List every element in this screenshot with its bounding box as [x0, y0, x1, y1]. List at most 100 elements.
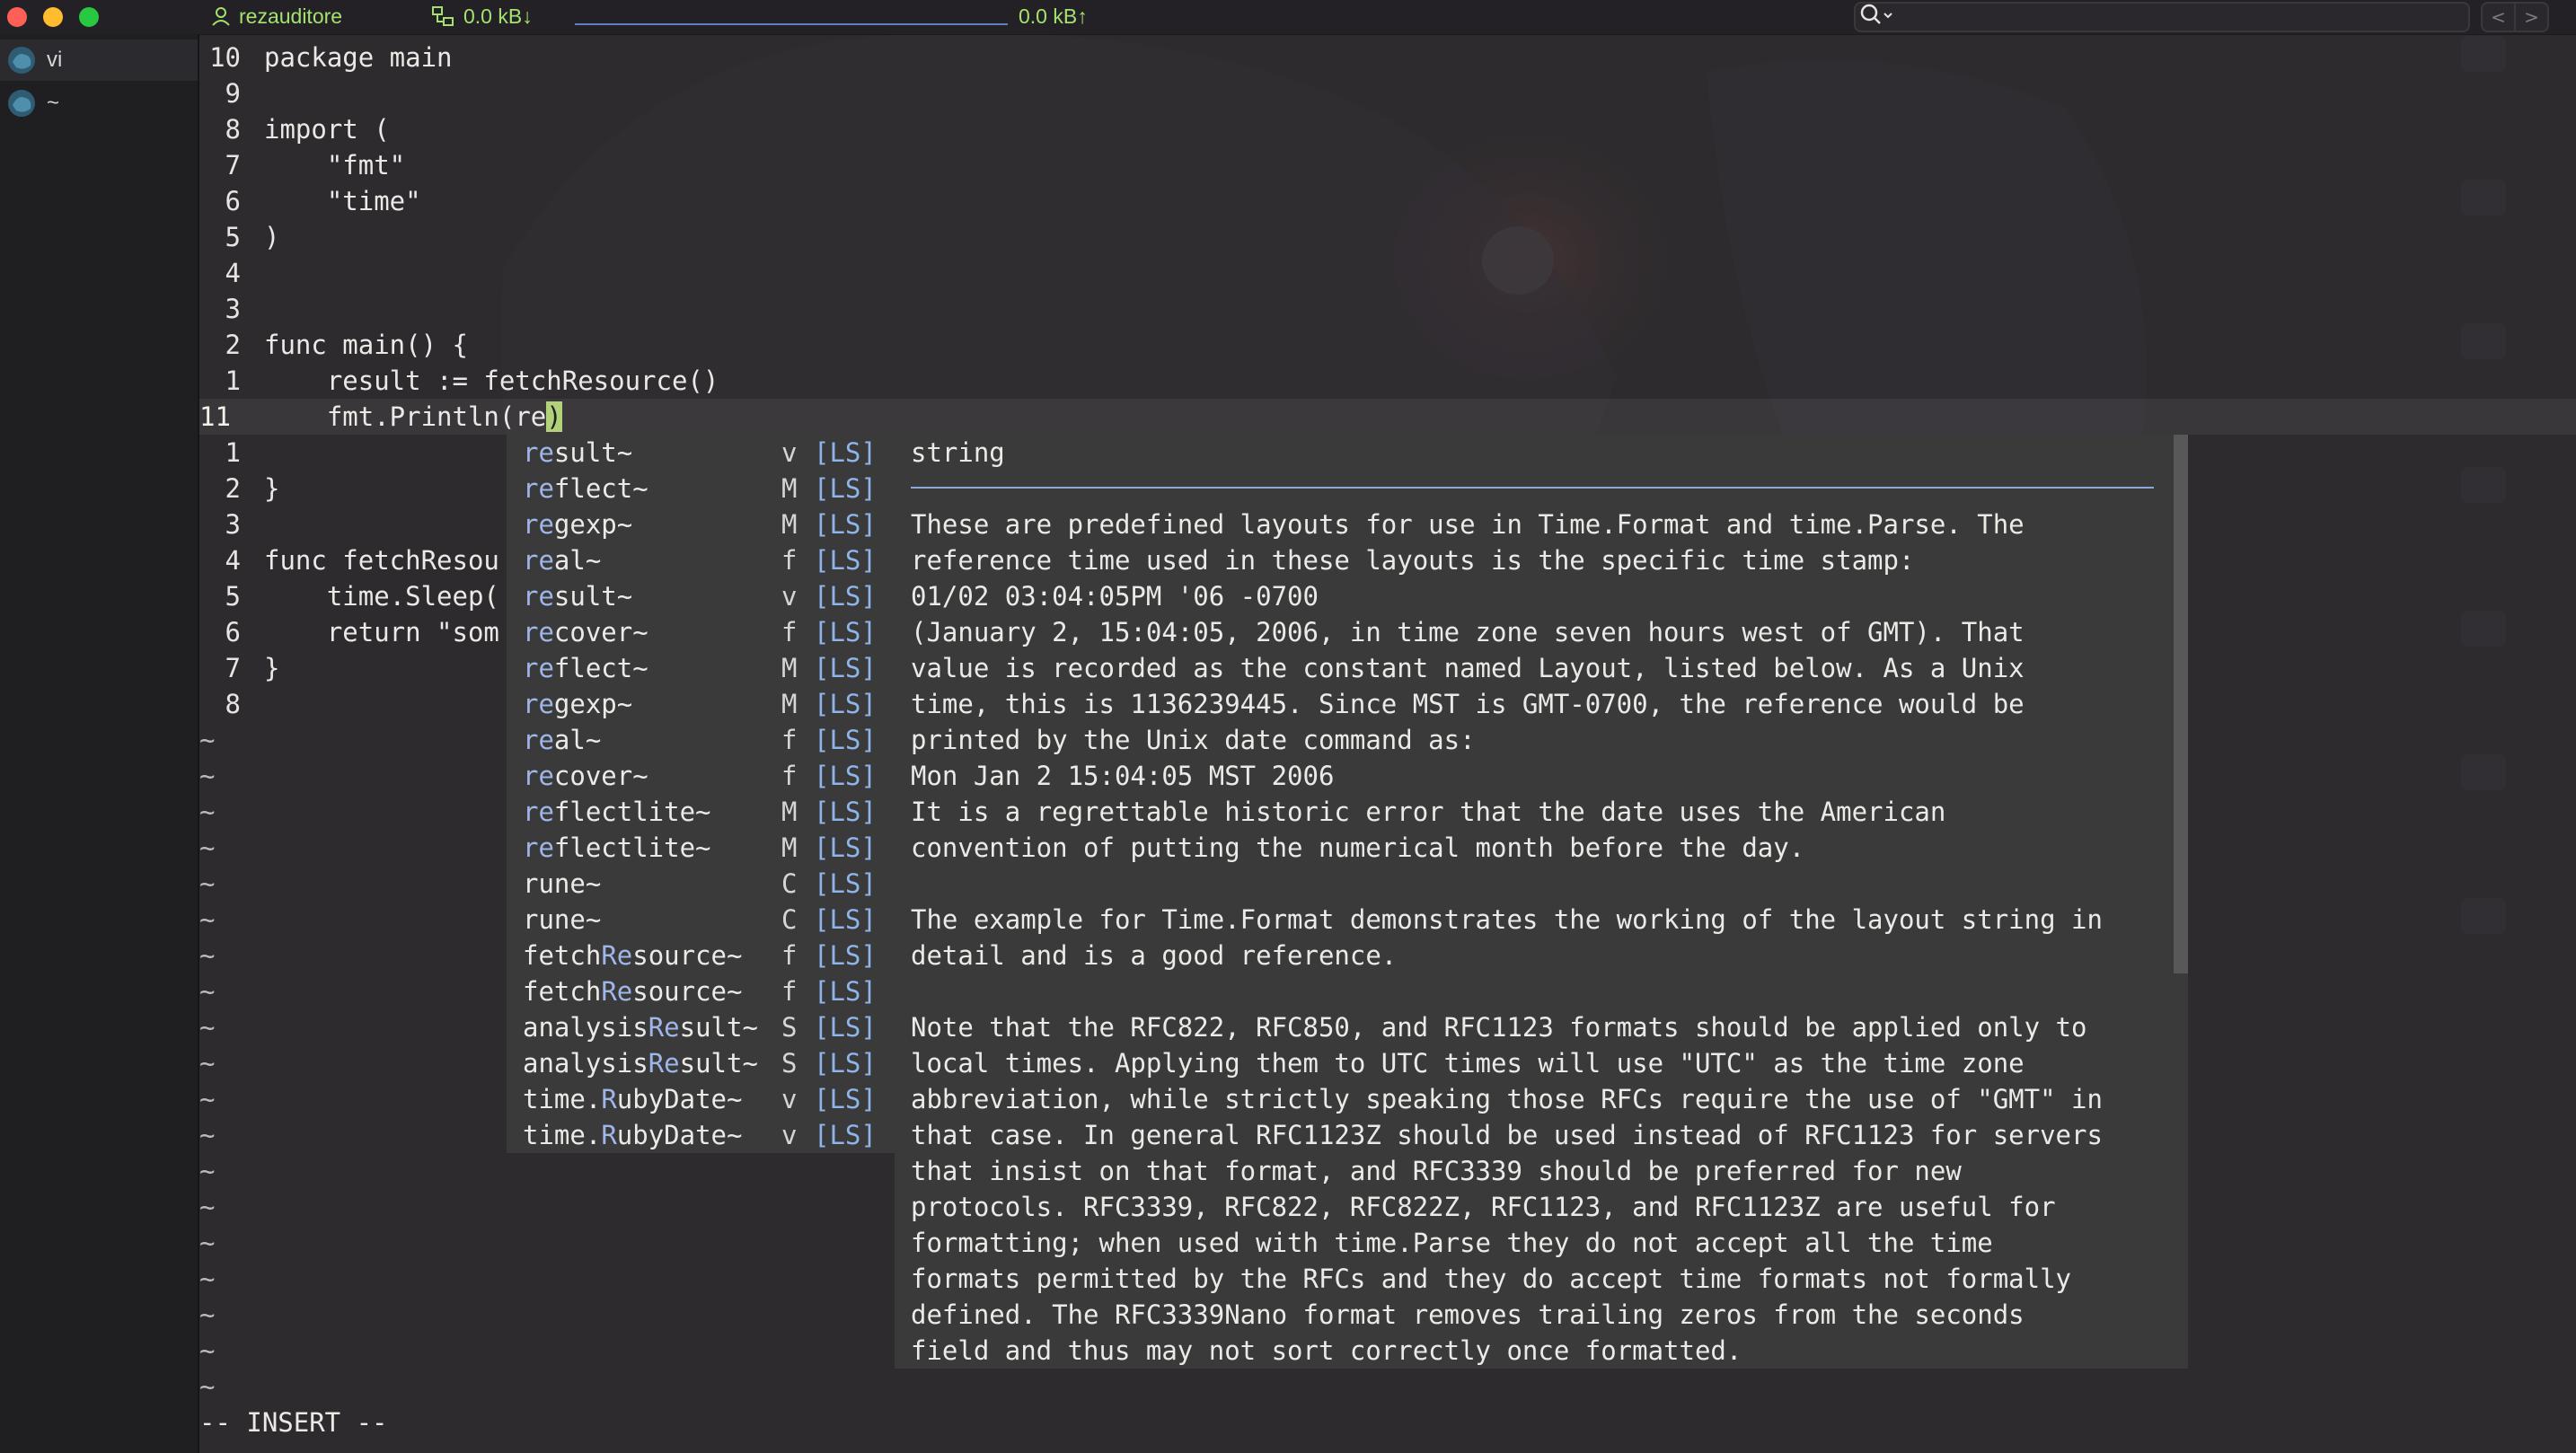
completion-text: analysis [523, 1012, 648, 1043]
search-previous-button[interactable]: < [2483, 4, 2514, 31]
completion-source: [LS] [814, 797, 877, 827]
completion-text: ru [523, 868, 554, 899]
tilde-marker: ~ [199, 1264, 216, 1294]
sidebar-item-home[interactable]: ~ [0, 83, 198, 124]
completion-text: al~ [553, 725, 602, 755]
completion-item[interactable]: reflectlite~ M [LS] [507, 794, 895, 830]
completion-kind: M [781, 797, 798, 827]
completion-item[interactable]: reflectlite~ M [LS] [507, 830, 895, 866]
doc-line: reference time used in these layouts is … [911, 545, 1915, 576]
tilde-marker: ~ [199, 904, 216, 935]
completion-item[interactable]: reflect~ M [LS] [507, 471, 895, 506]
completion-word: time.RubyDate~ [523, 1117, 742, 1153]
completion-item[interactable]: analysisResult~ S [LS] [507, 1009, 895, 1045]
completion-item[interactable]: rune~ C [LS] [507, 866, 895, 902]
code-line: 4 [225, 258, 241, 288]
doc-line: Note that the RFC822, RFC850, and RFC112… [911, 1012, 2087, 1043]
network-graph [575, 23, 1008, 25]
completion-item[interactable]: real~ f [LS] [507, 722, 895, 758]
completion-item[interactable]: recover~ f [LS] [507, 614, 895, 650]
completion-source: [LS] [814, 904, 877, 935]
completion-text: fetch [523, 976, 602, 1007]
doc-line: that case. In general RFC1123Z should be… [911, 1120, 2103, 1150]
completion-kind: v [781, 1084, 798, 1114]
completion-kind: C [781, 868, 798, 899]
search-icon [1860, 4, 1892, 24]
completion-item[interactable]: regexp~ M [LS] [507, 686, 895, 722]
code-line: 1 result := fetchResource() [225, 365, 719, 396]
completion-word: real~ [523, 722, 601, 758]
code-line: 9 [225, 78, 241, 109]
completion-item[interactable]: recover~ f [LS] [507, 758, 895, 794]
completion-word: analysisResult~ [523, 1009, 758, 1045]
doc-type: string [911, 437, 1005, 468]
completion-text: ubyDate~ [616, 1084, 743, 1114]
tilde-marker: ~ [199, 1228, 216, 1258]
completion-match: Re [601, 940, 633, 971]
completion-source: [LS] [814, 437, 877, 468]
completion-item[interactable]: result~ v [LS] [507, 578, 895, 614]
doc-line: defined. The RFC3339Nano format removes … [911, 1299, 2025, 1330]
completion-text: al~ [553, 545, 602, 576]
tilde-marker: ~ [199, 1012, 216, 1043]
completion-source: [LS] [814, 940, 877, 971]
tilde-marker: ~ [199, 1156, 216, 1186]
completion-item[interactable]: rune~ C [LS] [507, 902, 895, 938]
completion-item[interactable]: analysisResult~ S [LS] [507, 1045, 895, 1081]
completion-match: re [523, 761, 554, 791]
search-next-button[interactable]: > [2514, 4, 2547, 31]
sidebar-item-vi[interactable]: vi [0, 40, 198, 81]
completion-kind: f [781, 617, 798, 647]
sidebar-item-label: vi [47, 48, 63, 72]
completion-source: [LS] [814, 617, 877, 647]
completion-source: [LS] [814, 976, 877, 1007]
completion-item[interactable]: regexp~ M [LS] [507, 506, 895, 542]
completion-word: recover~ [523, 758, 648, 794]
completion-text: fetch [523, 940, 602, 971]
doc-line: time, this is 1136239445. Since MST is G… [911, 689, 2025, 719]
completion-text: time. [523, 1084, 602, 1114]
tilde-marker: ~ [199, 1120, 216, 1150]
completion-match: Re [601, 976, 633, 1007]
completion-text: sult~ [679, 1012, 758, 1043]
completion-menu[interactable]: result~ v [LS] reflect~ M [LS] regexp~ M [LS] rea… [507, 435, 895, 1153]
network-icon [432, 6, 454, 26]
completion-kind: M [781, 509, 798, 540]
completion-item[interactable]: reflect~ M [LS] [507, 650, 895, 686]
completion-match: R [601, 1084, 617, 1114]
completion-kind: f [781, 761, 798, 791]
completion-source: [LS] [814, 581, 877, 612]
zoom-window-button[interactable] [79, 7, 99, 27]
completion-word: rune~ [523, 866, 601, 902]
completion-item[interactable]: time.RubyDate~ v [LS] [507, 1081, 895, 1117]
completion-source: [LS] [814, 509, 877, 540]
completion-source: [LS] [814, 725, 877, 755]
search-input[interactable] [1854, 2, 2470, 32]
completion-text: time. [523, 1120, 602, 1150]
close-window-button[interactable] [7, 7, 27, 27]
completion-item[interactable]: time.RubyDate~ v [LS] [507, 1117, 895, 1153]
completion-item[interactable]: fetchResource~ f [LS] [507, 973, 895, 1009]
completion-kind: f [781, 725, 798, 755]
completion-text: ubyDate~ [616, 1120, 743, 1150]
completion-item[interactable]: result~ v [LS] [507, 435, 895, 471]
completion-item[interactable]: real~ f [LS] [507, 542, 895, 578]
doc-line: Mon Jan 2 15:04:05 MST 2006 [911, 761, 1335, 791]
completion-match: re [523, 437, 554, 468]
completion-item[interactable]: fetchResource~ f [LS] [507, 938, 895, 973]
completion-match: re [523, 653, 554, 683]
completion-text: source~ [632, 976, 743, 1007]
tilde-marker: ~ [199, 940, 216, 971]
completion-text: gexp~ [553, 689, 633, 719]
doc-scrollbar[interactable] [2174, 435, 2188, 973]
completion-text: flect~ [553, 653, 648, 683]
completion-text: ne~ [553, 904, 602, 935]
matching-paren: ) [546, 401, 562, 432]
completion-text: gexp~ [553, 509, 633, 540]
completion-match: re [523, 797, 554, 827]
minimize-window-button[interactable] [43, 7, 63, 27]
completion-word: time.RubyDate~ [523, 1081, 742, 1117]
doc-line: These are predefined layouts for use in … [911, 509, 2025, 540]
code-line: 8 import ( [225, 114, 390, 145]
completion-match: re [523, 545, 554, 576]
